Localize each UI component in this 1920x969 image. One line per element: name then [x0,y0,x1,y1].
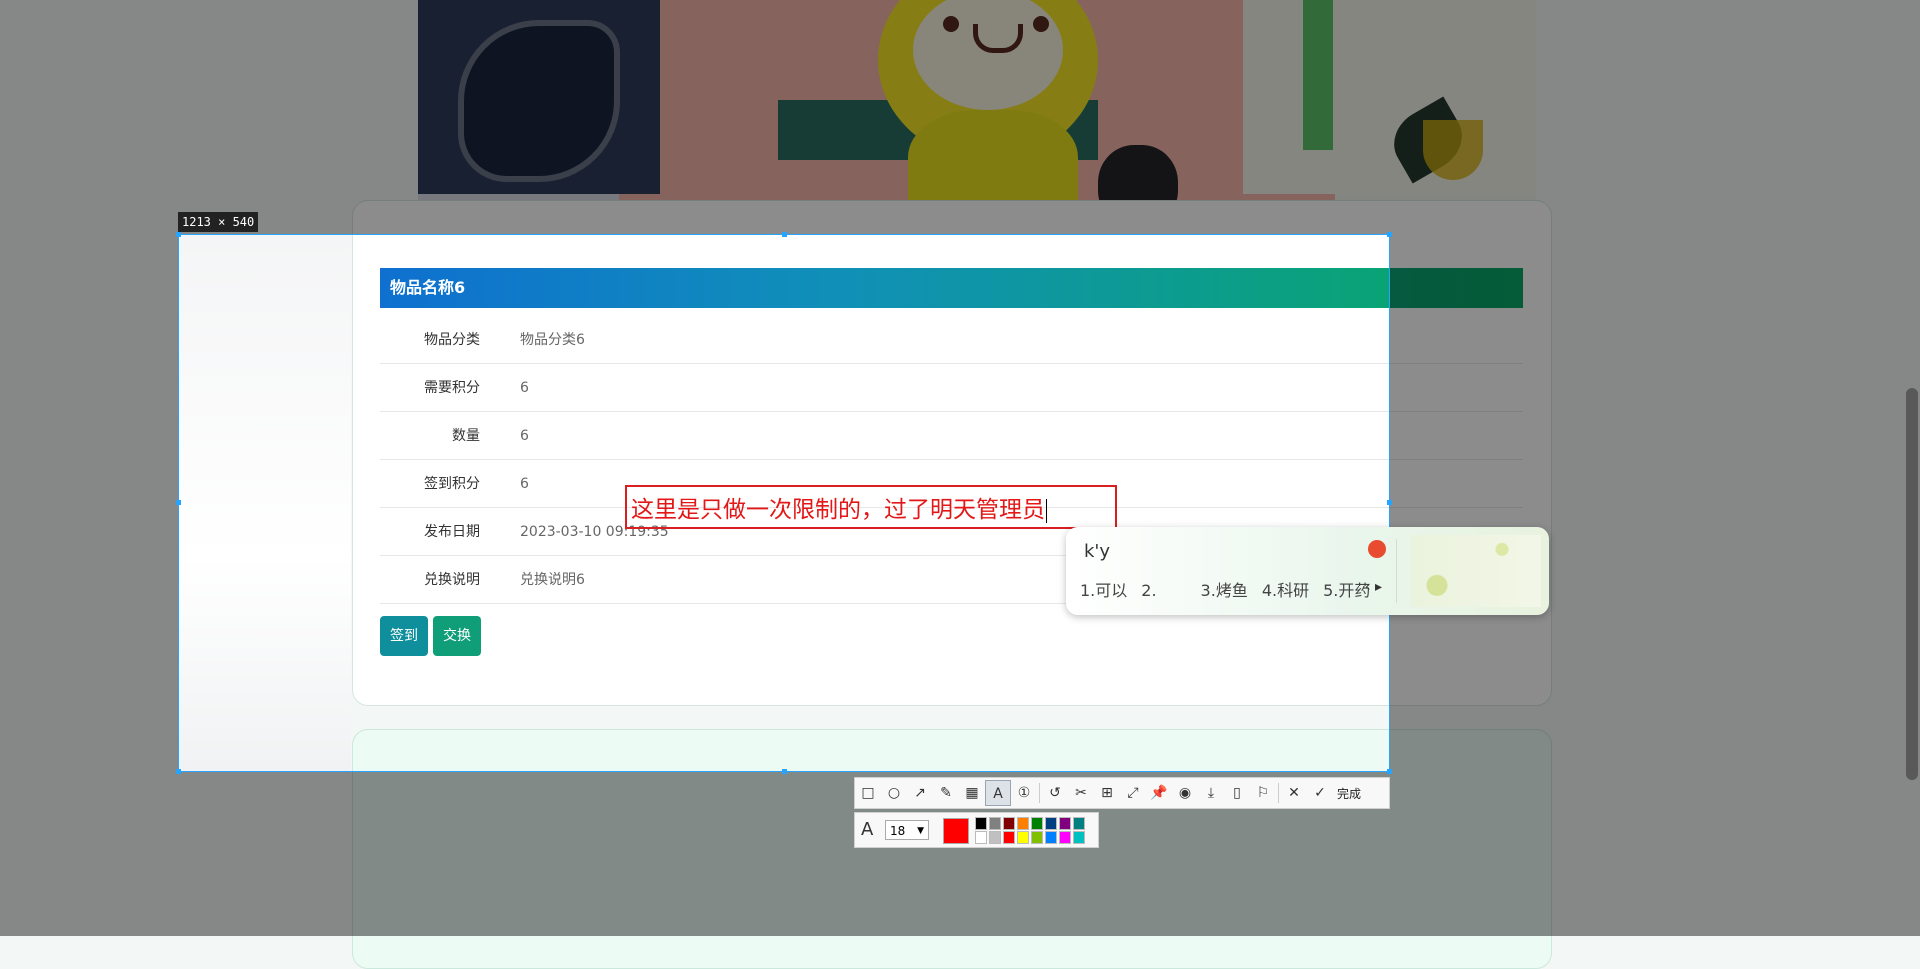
dim-overlay-right [1390,234,1920,772]
color-swatch[interactable] [1017,817,1029,830]
ime-candidate-list: 1.可以 2. 3.烤鱼 4.科研 5.开药 [1080,577,1384,601]
field-row-points: 需要积分 6 [380,364,1523,412]
chevron-down-icon: ▼ [917,826,924,836]
item-title: 物品名称6 [390,278,466,297]
ime-candidate[interactable]: 3.烤鱼 [1201,581,1248,600]
ellipse-tool-icon[interactable]: ○ [881,780,907,806]
color-swatch[interactable] [1045,817,1057,830]
record-icon[interactable]: ◉ [1172,780,1198,806]
ime-page-arrows-icon[interactable]: ‹ ▸ [1365,579,1382,595]
color-swatch[interactable] [1003,831,1015,844]
color-swatch[interactable] [1073,817,1085,830]
exchange-button[interactable]: 交换 [433,616,481,656]
ime-candidate-window: k'y 1.可以 2. 3.烤鱼 4.科研 5.开药 ‹ ▸ [1066,527,1549,615]
check-icon[interactable]: ✓ [1307,780,1333,806]
color-swatch[interactable] [989,831,1001,844]
field-label: 签到积分 [424,476,480,492]
undo-icon[interactable]: ↺ [1042,780,1068,806]
phone-icon[interactable]: ▯ [1224,780,1250,806]
resize-handle-top-left[interactable] [176,232,181,237]
done-button[interactable]: 完成 [1337,785,1361,802]
number-marker-tool-icon[interactable]: ① [1011,780,1037,806]
dim-overlay-left [0,234,178,772]
ime-candidate[interactable]: 4.科研 [1262,581,1309,600]
pin-icon[interactable]: 📌 [1146,780,1172,806]
color-swatch[interactable] [975,817,987,830]
ime-logo-icon[interactable] [1368,540,1386,558]
bookmark-icon[interactable]: ⚐ [1250,780,1276,806]
color-swatch[interactable] [1059,817,1071,830]
ime-candidate[interactable]: 1.可以 [1080,581,1127,600]
ocr-icon[interactable]: ⊞ [1094,780,1120,806]
selection-size-label: 1213 × 540 [178,212,259,232]
color-swatch[interactable] [1045,831,1057,844]
color-swatch[interactable] [1031,817,1043,830]
field-value: 6 [520,476,529,492]
resize-handle-top-right[interactable] [1387,232,1392,237]
text-style-toolbar: A 18 ▼ [854,812,1099,848]
sign-in-button[interactable]: 签到 [380,616,428,656]
color-swatch[interactable] [975,831,987,844]
text-caret [1046,498,1047,523]
field-value: 6 [520,428,529,444]
field-row-category: 物品分类 物品分类6 [380,316,1523,364]
current-color-swatch[interactable] [943,818,969,844]
arrow-tool-icon[interactable]: ↗ [907,780,933,806]
resize-handle-bottom[interactable] [782,769,787,774]
mosaic-tool-icon[interactable]: ▦ [959,780,985,806]
color-swatch[interactable] [989,817,1001,830]
color-swatch[interactable] [1031,831,1043,844]
download-icon[interactable]: ⤓ [1198,780,1224,806]
ime-skin-image [1411,535,1541,607]
field-label: 需要积分 [424,380,480,396]
field-value: 物品分类6 [520,332,585,348]
expand-icon[interactable]: ⤢ [1120,780,1146,806]
field-value: 兑换说明6 [520,572,585,588]
ime-candidate[interactable]: 5.开药 [1323,581,1370,600]
color-swatch[interactable] [1017,831,1029,844]
screenshot-toolbar: □ ○ ↗ ✎ ▦ A ① ↺ ✂ ⊞ ⤢ 📌 ◉ ⤓ ▯ ⚐ ✕ ✓ 完成 [854,777,1390,809]
annotation-text: 这里是只做一次限制的，过了明天管理员 [631,497,1045,523]
text-tool-icon[interactable]: A [985,780,1011,806]
resize-handle-bottom-right[interactable] [1387,769,1392,774]
color-swatch[interactable] [1059,831,1071,844]
color-palette [975,817,1086,844]
close-icon[interactable]: ✕ [1281,780,1307,806]
field-label: 兑换说明 [424,572,480,588]
field-value: 6 [520,380,529,396]
cut-icon[interactable]: ✂ [1068,780,1094,806]
font-icon: A [861,819,874,840]
pen-tool-icon[interactable]: ✎ [933,780,959,806]
resize-handle-top[interactable] [782,232,787,237]
dim-overlay-top [0,0,1920,234]
text-annotation-box[interactable]: 这里是只做一次限制的，过了明天管理员 [625,485,1117,529]
color-swatch[interactable] [1073,831,1085,844]
field-label: 物品分类 [424,332,480,348]
ime-composition-text: k'y [1084,541,1111,562]
item-title-bar: 物品名称6 [380,268,1523,308]
font-size-select[interactable]: 18 ▼ [885,820,929,840]
resize-handle-left[interactable] [176,500,181,505]
field-label: 发布日期 [424,524,480,540]
rectangle-tool-icon[interactable]: □ [855,780,881,806]
resize-handle-right[interactable] [1387,500,1392,505]
selection-left-area [179,235,351,771]
field-row-quantity: 数量 6 [380,412,1523,460]
color-swatch[interactable] [1003,817,1015,830]
resize-handle-bottom-left[interactable] [176,769,181,774]
ime-candidate[interactable]: 2. [1141,581,1156,600]
field-label: 数量 [452,428,480,444]
